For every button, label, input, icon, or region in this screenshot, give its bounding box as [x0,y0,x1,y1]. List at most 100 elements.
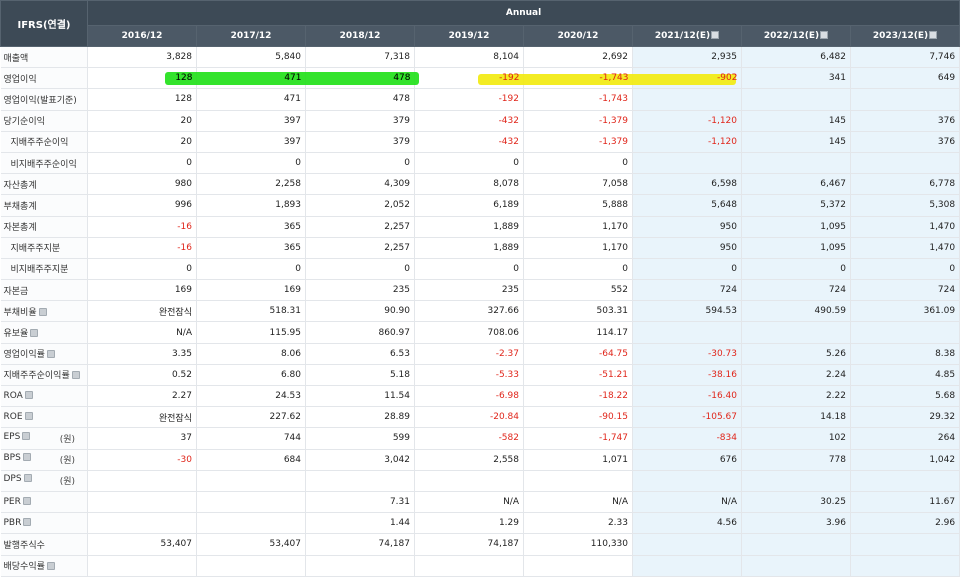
table-cell: N/A [632,491,742,514]
table-cell: 518.31 [196,300,306,323]
table-row: 지배주주지분 -16 365 2,257 1,889 1,170 950 1,095 1,470 [0,237,961,259]
table-cell: -18.22 [523,385,633,408]
help-icon[interactable] [24,412,33,421]
estimate-info-icon[interactable] [820,31,829,39]
help-icon[interactable] [30,329,39,338]
table-cell: 327.66 [414,300,524,323]
table-cell [850,321,961,344]
table-cell: 376 [850,110,961,132]
table-cell [196,470,306,492]
table-row: 자본총계 -16 365 2,257 1,889 1,170 950 1,095 1,470 [0,216,961,238]
table-cell [741,88,851,111]
table-cell: 7,746 [850,46,961,69]
table-cell: 471 [196,88,306,111]
table-cell: 599 [305,427,415,450]
help-icon[interactable] [24,391,33,400]
estimate-info-icon[interactable] [711,31,720,39]
period-header-5[interactable]: 2021/12(E) [632,25,742,47]
table-cell: -6.98 [414,385,524,408]
table-cell: -2.37 [414,343,524,365]
row-label: 지배주주순이익 [0,131,88,153]
table-cell: 24.53 [196,385,306,408]
table-cell: 2.96 [850,512,961,535]
table-cell: -30.73 [632,343,742,365]
table-cell: 5,888 [523,194,633,217]
table-cell: 1,170 [523,216,633,238]
row-label: 영업이익 [0,67,88,90]
table-cell: 53,407 [87,533,197,556]
help-icon[interactable] [22,497,31,506]
table-cell: 2.27 [87,385,197,408]
table-cell: 379 [305,110,415,132]
table-cell: 227.62 [196,406,306,429]
table-row: 비지배주주순이익 0 0 0 0 0 [0,152,961,175]
table-cell: -432 [414,110,524,132]
help-icon[interactable] [46,562,55,571]
table-cell: 2.22 [741,385,851,408]
table-cell: 5,840 [196,46,306,69]
table-cell: 1,893 [196,194,306,217]
table-cell [196,512,306,535]
table-cell: 6,598 [632,173,742,196]
table-cell: 2,558 [414,449,524,471]
help-icon[interactable] [71,371,80,380]
table-cell: 3.96 [741,512,851,535]
row-label: 영업이익률 [0,343,88,365]
table-row: ROE 완전잠식 227.62 28.89 -20.84 -90.15 -105.67 14.… [0,406,961,429]
table-cell [850,533,961,556]
table-cell: 379 [305,131,415,153]
table-cell: 684 [196,449,306,471]
table-cell: 4,309 [305,173,415,196]
table-row: 당기순이익 20 397 379 -432 -1,379 -1,120 145 376 [0,110,961,132]
period-header-7[interactable]: 2023/12(E) [849,25,961,47]
table-cell: 1,170 [523,237,633,259]
period-header-3: 2019/12 [414,25,524,47]
table-cell: 6,467 [741,173,851,196]
table-cell: 2,692 [523,46,633,69]
table-cell: 5.68 [850,385,961,408]
table-cell: -834 [632,427,742,450]
table-cell: N/A [414,491,524,514]
table-cell: 2,052 [305,194,415,217]
table-cell: 20 [87,131,197,153]
table-cell: 14.18 [741,406,851,429]
table-cell: 980 [87,173,197,196]
table-cell [523,555,633,577]
help-icon[interactable] [23,518,32,527]
table-cell: 4.56 [632,512,742,535]
table-row: EPS (원) 37 744 599 -582 -1,747 -834 102 264 [0,427,961,450]
help-icon[interactable] [46,350,55,359]
estimate-info-icon[interactable] [929,31,938,39]
table-cell: 1,071 [523,449,633,471]
table-row: 영업이익률 3.35 8.06 6.53 -2.37 -64.75 -30.73 5.26 8.… [0,343,961,365]
help-icon[interactable] [22,453,31,462]
help-icon[interactable] [38,307,47,316]
table-cell: 744 [196,427,306,450]
table-cell: 0 [523,152,633,175]
table-cell: 4.85 [850,364,961,387]
help-icon[interactable] [22,431,31,440]
row-label: 자본총계 [0,216,88,238]
period-header-1: 2017/12 [196,25,306,47]
table-cell: -1,743 [523,88,633,111]
table-cell: 594.53 [632,300,742,323]
table-cell: 724 [632,279,742,302]
period-header-2: 2018/12 [305,25,415,47]
help-icon[interactable] [23,474,32,483]
highlighted-value: 478 [393,72,411,83]
table-cell: 724 [850,279,961,302]
table-cell [632,321,742,344]
table-cell [632,152,742,175]
table-cell [305,470,415,492]
table-cell: -192 [414,88,524,111]
table-cell: 1,095 [741,216,851,238]
period-header-6[interactable]: 2022/12(E) [741,25,851,47]
table-row: 자산총계 980 2,258 4,309 8,078 7,058 6,598 6,467 6,7… [0,173,961,196]
row-label: 자산총계 [0,173,88,196]
table-cell: 503.31 [523,300,633,323]
table-cell: 397 [196,110,306,132]
table-cell: 1,470 [850,216,961,238]
table-cell: 708.06 [414,321,524,344]
table-cell: -5.33 [414,364,524,387]
table-cell: -64.75 [523,343,633,365]
